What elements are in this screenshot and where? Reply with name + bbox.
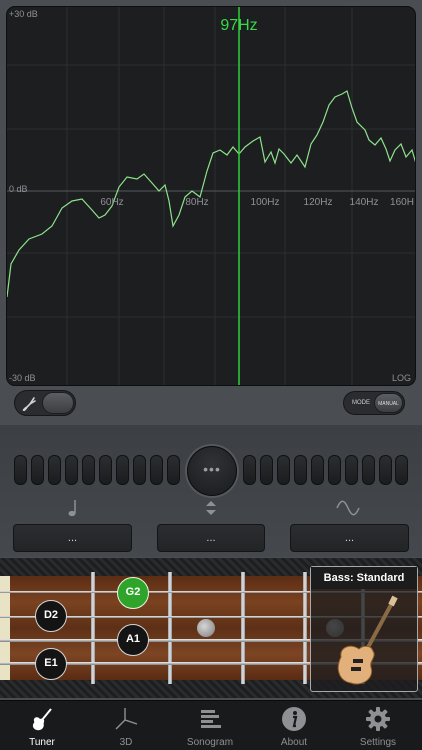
meter-segment [14, 455, 27, 485]
tuning-preset-title: Bass: Standard [311, 567, 417, 589]
meter-segment [294, 455, 307, 485]
spectrum-trace [7, 90, 415, 298]
meter-segment [82, 455, 95, 485]
meter-segment [167, 455, 180, 485]
mode-value[interactable]: MANUAL [374, 393, 403, 413]
sonogram-icon [201, 710, 221, 728]
freq-label-80: 80Hz [185, 197, 209, 208]
tab-bar: Tuner 3D Sonogram About Settings [0, 700, 422, 750]
meter-segment [133, 455, 146, 485]
frequency-readout: 97Hz [220, 17, 258, 34]
note-button-d2[interactable]: D2 [35, 600, 67, 632]
meter-segment [328, 455, 341, 485]
db-max-label: +30 dB [9, 9, 38, 19]
spectrum-analyzer[interactable]: +30 dB 0 dB -30 dB 97Hz LOG 60Hz 80Hz 10… [6, 6, 416, 386]
tuning-fork-icon [22, 397, 36, 411]
note-button-a1[interactable]: A1 [117, 624, 149, 656]
tab-settings[interactable]: Settings [336, 701, 420, 750]
meter-segment [65, 455, 78, 485]
fret [91, 572, 95, 684]
cents-value-box[interactable]: ... [157, 524, 265, 552]
tab-about[interactable]: About [252, 701, 336, 750]
db-min-label: -30 dB [9, 373, 36, 383]
guitar-icon [32, 708, 52, 731]
meter-segment [345, 455, 358, 485]
note-value-box[interactable]: ... [13, 524, 132, 552]
mode-toggle[interactable]: MODE MANUAL [343, 391, 405, 415]
sine-wave-icon [336, 500, 360, 516]
meter-segment [48, 455, 61, 485]
tab-3d-label: 3D [119, 737, 133, 748]
meter-segment [99, 455, 112, 485]
db-zero-label: 0 dB [9, 184, 28, 194]
freq-label-100: 100Hz [250, 197, 280, 208]
gear-icon [366, 707, 390, 731]
meter-segment [362, 455, 375, 485]
tab-sonogram[interactable]: Sonogram [168, 701, 252, 750]
freq-label-160: 160H [390, 197, 414, 208]
note-button-e1[interactable]: E1 [35, 648, 67, 680]
meter-segment [150, 455, 163, 485]
music-note-icon [68, 500, 76, 517]
mode-label: MODE [352, 400, 370, 406]
tuning-preset-card[interactable]: Bass: Standard [310, 566, 418, 692]
tab-tuner[interactable]: Tuner [0, 701, 84, 750]
meter-segment [260, 455, 273, 485]
axes-3d-icon [115, 708, 138, 730]
input-toggle[interactable] [14, 390, 76, 416]
fret [303, 572, 307, 684]
meter-segment [277, 455, 290, 485]
dial-dots: ••• [203, 461, 221, 477]
meter-segment [116, 455, 129, 485]
frequency-value-box[interactable]: ... [290, 524, 409, 552]
meter-segment [311, 455, 324, 485]
tab-sonogram-label: Sonogram [186, 737, 234, 748]
tuning-meter: ••• [0, 445, 422, 497]
bass-guitar-icon [337, 595, 398, 685]
fret [168, 572, 172, 684]
meter-segment [379, 455, 392, 485]
note-button-g2[interactable]: G2 [117, 577, 149, 609]
tab-tuner-label: Tuner [29, 737, 55, 748]
meter-segment [31, 455, 44, 485]
fret-inlay [197, 619, 215, 637]
meter-segment [395, 455, 408, 485]
up-down-arrows-icon [206, 501, 216, 515]
meter-segment [243, 455, 256, 485]
tuning-dial[interactable]: ••• [187, 446, 237, 496]
freq-label-60: 60Hz [100, 197, 124, 208]
freq-label-120: 120Hz [303, 197, 333, 208]
info-icon [282, 707, 306, 731]
tab-settings-label: Settings [359, 737, 397, 748]
tab-about-label: About [280, 737, 308, 748]
input-toggle-knob[interactable] [42, 392, 74, 414]
scale-mode-label: LOG [391, 373, 411, 383]
fret [241, 572, 245, 684]
freq-label-140: 140Hz [349, 197, 379, 208]
tab-3d[interactable]: 3D [84, 701, 168, 750]
